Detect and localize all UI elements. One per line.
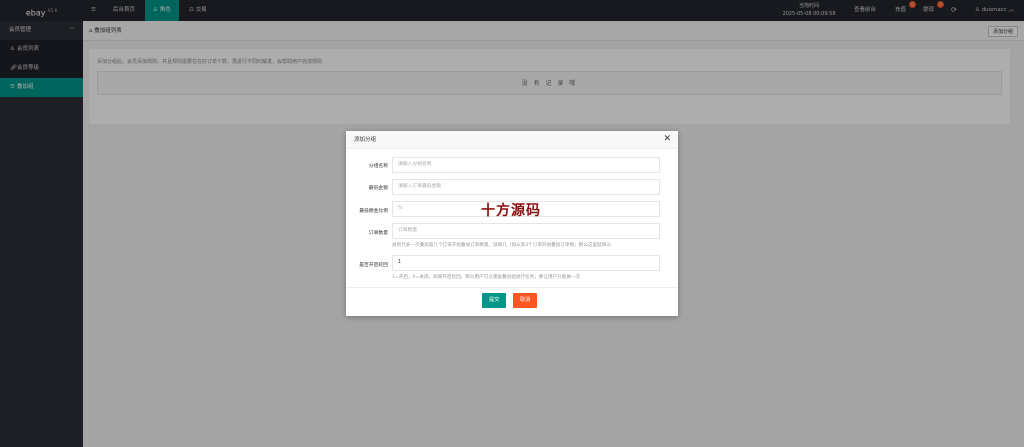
dialog-divider <box>346 287 678 288</box>
order-count-label: 订单数量 <box>368 231 388 236</box>
submit-button[interactable]: 提交 <box>482 293 507 308</box>
min-amount-input[interactable]: 请输入订单最低金额 <box>392 179 660 195</box>
watermark-text: 十方源码 <box>481 203 541 219</box>
loop-hint: 1=开启，0=关闭，如果开启轮回，那么用户可以重复叠加组进行任务，要让用户只能做… <box>392 275 581 280</box>
close-icon[interactable]: ✕ <box>663 134 671 145</box>
group-name-input[interactable]: 请输入分组名称 <box>392 157 660 173</box>
min-commission-label: 最低佣金比例 <box>359 209 388 214</box>
order-count-hint: 规则代表一次叠加第几个订单开始叠加订单数量，就填几（如从第3个订单开始叠加订单数… <box>392 243 614 248</box>
cancel-button[interactable]: 取消 <box>513 293 538 308</box>
loop-input[interactable]: 1 <box>392 255 660 271</box>
loop-label: 是否开启轮回 <box>359 263 388 268</box>
dialog-header: 添加分组 ✕ <box>346 131 678 149</box>
min-amount-label: 最低金额 <box>368 186 388 191</box>
add-group-dialog: 添加分组 ✕ 分组名称 请输入分组名称 最低金额 请输入订单最低金额 最低佣金比… <box>346 131 678 316</box>
dialog-title: 添加分组 <box>354 137 377 143</box>
group-name-label: 分组名称 <box>368 164 388 169</box>
order-count-input[interactable]: 订单数量 <box>392 223 660 239</box>
